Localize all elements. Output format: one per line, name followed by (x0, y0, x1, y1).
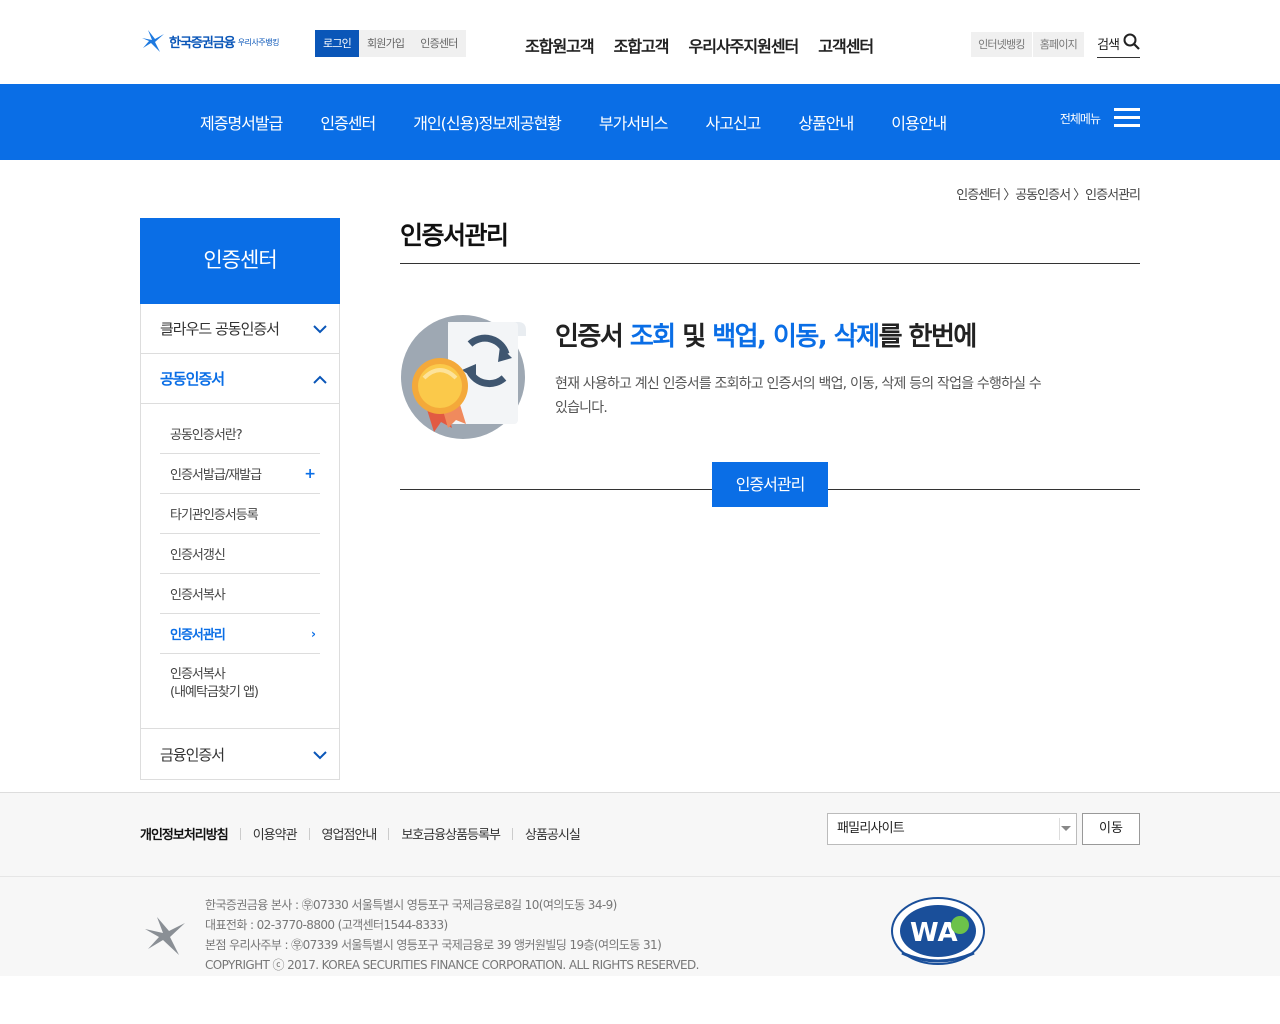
sub-item-what-is[interactable]: 공동인증서란? (160, 414, 320, 454)
sub-item-label: 인증서관리 (170, 628, 226, 643)
gnb-esop-support[interactable]: 우리사주지원센터 (689, 33, 800, 57)
login-button[interactable]: 로그인 (315, 30, 359, 57)
sub-item-renew[interactable]: 인증서갱신 (160, 534, 320, 574)
hero-headline: 인증서 조회 및 백업, 이동, 삭제를 한번에 (555, 316, 978, 353)
address-line: 본점 우리사주부 : ㉾07339 서울특별시 영등포구 국제금융로 39 앵커… (205, 938, 662, 952)
gnb-union-customer[interactable]: 조합고객 (614, 33, 670, 57)
nav-product-info[interactable]: 상품안내 (798, 110, 854, 134)
nav-personal-info[interactable]: 개인(신용)정보제공현황 (413, 110, 562, 134)
hero-section: 인증서 조회 및 백업, 이동, 삭제를 한번에 현재 사용하고 계신 인증서를… (400, 264, 1140, 490)
search-label: 검색 (1097, 38, 1120, 53)
privacy-policy-link[interactable]: 개인정보처리방침 (140, 824, 229, 843)
chevron-up-icon (313, 369, 327, 388)
lnb-item-label: 클라우드 공동인증서 (160, 320, 280, 338)
footer-links: 개인정보처리방침 이용약관 영업점안내 보호금융상품등록부 상품공시실 (140, 824, 581, 843)
chevron-down-icon (313, 745, 327, 764)
logo-sub-text: 우리사주뱅킹 (237, 38, 280, 47)
right-util: 인터넷뱅킹 홈페이지 (970, 32, 1084, 57)
nav-cert-center[interactable]: 인증센터 (320, 110, 376, 134)
chevron-right-icon: › (311, 626, 316, 641)
sub-item-label: 인증서복사 (170, 588, 226, 603)
cert-management-button[interactable]: 인증서관리 (712, 462, 828, 507)
sub-item-copy[interactable]: 인증서복사 (160, 574, 320, 614)
side-menu: 인증센터 클라우드 공동인증서 공동인증서 공동인증서란? 인증서발급/재발급 … (140, 218, 340, 780)
nav-accident-report[interactable]: 사고신고 (706, 110, 762, 134)
certificate-management-icon (400, 314, 526, 440)
sub-item-label: 인증서복사 (내예탁금찾기 앱) (170, 667, 259, 700)
page-title: 인증서관리 (400, 216, 1140, 264)
all-menu-label: 전체메뉴 (1059, 111, 1101, 126)
sub-item-copy-app[interactable]: 인증서복사 (내예탁금찾기 앱) (160, 654, 320, 714)
footer-address: 한국증권금융 본사 : ㉾07330 서울특별시 영등포구 국제금융로8길 10… (205, 895, 699, 975)
address-line: 대표전화 : 02-3770-8800 (고객센터1544-8333) (205, 918, 448, 932)
main-content: 인증서관리 인증서 조회 및 백업, 이동, 삭제를 한번에 현재 사용하고 계… (400, 216, 1140, 507)
branch-info-link[interactable]: 영업점안내 (322, 824, 378, 843)
cert-center-button[interactable]: 인증센터 (412, 30, 466, 57)
search-button[interactable]: 검색 (1097, 33, 1140, 58)
terms-link[interactable]: 이용약관 (253, 824, 298, 843)
footer-logo-icon (143, 915, 189, 957)
copyright-text: COPYRIGHT ⓒ 2017. KOREA SECURITIES FINAN… (205, 958, 699, 972)
lnb-item-joint-cert[interactable]: 공동인증서 (141, 354, 339, 404)
logo[interactable]: 한국증권금융 우리사주뱅킹 (140, 28, 279, 54)
address-line: 한국증권금융 본사 : ㉾07330 서울특별시 영등포구 국제금융로8길 10… (205, 898, 617, 912)
sub-item-issue[interactable]: 인증서발급/재발급 + (160, 454, 320, 494)
footer-links-bar: 개인정보처리방침 이용약관 영업점안내 보호금융상품등록부 상품공시실 패밀리사… (0, 792, 1280, 876)
gnb-customer-center[interactable]: 고객센터 (818, 33, 874, 57)
svg-text:WA: WA (910, 918, 958, 948)
homepage-link[interactable]: 홈페이지 (1031, 32, 1084, 57)
logo-text: 한국증권금융 (169, 35, 236, 51)
main-nav: 제증명서발급 인증센터 개인(신용)정보제공현황 부가서비스 사고신고 상품안내… (0, 84, 1280, 160)
sub-item-label: 인증서발급/재발급 (170, 468, 262, 483)
headline-text: 및 (674, 322, 713, 352)
footer-info: 한국증권금융 본사 : ㉾07330 서울특별시 영등포구 국제금융로8길 10… (0, 876, 1280, 976)
all-menu-button[interactable]: 전체메뉴 (1060, 108, 1140, 128)
headline-text: 인증서 (555, 322, 630, 352)
plus-icon: + (304, 465, 316, 482)
sub-item-label: 공동인증서란? (170, 428, 243, 443)
chevron-down-icon (313, 319, 327, 338)
search-icon (1123, 33, 1140, 54)
content-area: 인증센터 〉공동인증서 〉인증서관리 인증센터 클라우드 공동인증서 공동인증서 (0, 160, 1280, 792)
product-disclosure-link[interactable]: 상품공시실 (525, 824, 581, 843)
lnb-item-label: 공동인증서 (160, 370, 225, 388)
web-accessibility-badge: WA (888, 895, 988, 969)
family-site-value: 패밀리사이트 (837, 821, 905, 836)
breadcrumb: 인증센터 〉공동인증서 〉인증서관리 (956, 188, 1141, 203)
protected-products-link[interactable]: 보호금융상품등록부 (401, 824, 501, 843)
headline-highlight: 조회 (629, 322, 676, 352)
headline-highlight: 백업, 이동, 삭제 (712, 322, 880, 352)
hamburger-icon (1114, 108, 1140, 128)
lnb-item-financial-cert[interactable]: 금융인증서 (141, 729, 339, 779)
gnb-member-customer[interactable]: 조합원고객 (525, 33, 595, 57)
lnb-item-label: 금융인증서 (160, 745, 225, 764)
internet-banking-link[interactable]: 인터넷뱅킹 (970, 32, 1032, 57)
hero-description: 현재 사용하고 계신 인증서를 조회하고 인증서의 백업, 이동, 삭제 등의 … (555, 376, 1042, 416)
join-button[interactable]: 회원가입 (358, 30, 413, 57)
util-menu: 로그인 회원가입 인증센터 (315, 30, 466, 57)
sub-item-label: 인증서갱신 (170, 548, 226, 563)
sub-item-manage[interactable]: 인증서관리 › (160, 614, 320, 654)
sub-item-label: 타기관인증서등록 (170, 508, 259, 523)
nav-certificate-issue[interactable]: 제증명서발급 (200, 110, 283, 134)
side-menu-title: 인증센터 (140, 218, 340, 304)
family-site-select[interactable]: 패밀리사이트 (827, 813, 1077, 845)
sub-item-other-register[interactable]: 타기관인증서등록 (160, 494, 320, 534)
nav-usage-guide[interactable]: 이용안내 (891, 110, 947, 134)
dropdown-arrow-icon (1061, 826, 1071, 831)
top-header: 한국증권금융 우리사주뱅킹 로그인 회원가입 인증센터 조합원고객 조합고객 우… (0, 0, 1280, 84)
go-button[interactable]: 이동 (1082, 813, 1140, 845)
logo-bird-icon (140, 28, 166, 54)
lnb-submenu: 공동인증서란? 인증서발급/재발급 + 타기관인증서등록 인증서갱신 인증서복사 (141, 404, 339, 729)
nav-extra-service[interactable]: 부가서비스 (599, 110, 669, 134)
lnb-item-cloud-cert[interactable]: 클라우드 공동인증서 (141, 304, 339, 354)
global-nav: 조합원고객 조합고객 우리사주지원센터 고객센터 (525, 33, 893, 57)
headline-text: 를 한번에 (878, 322, 978, 352)
